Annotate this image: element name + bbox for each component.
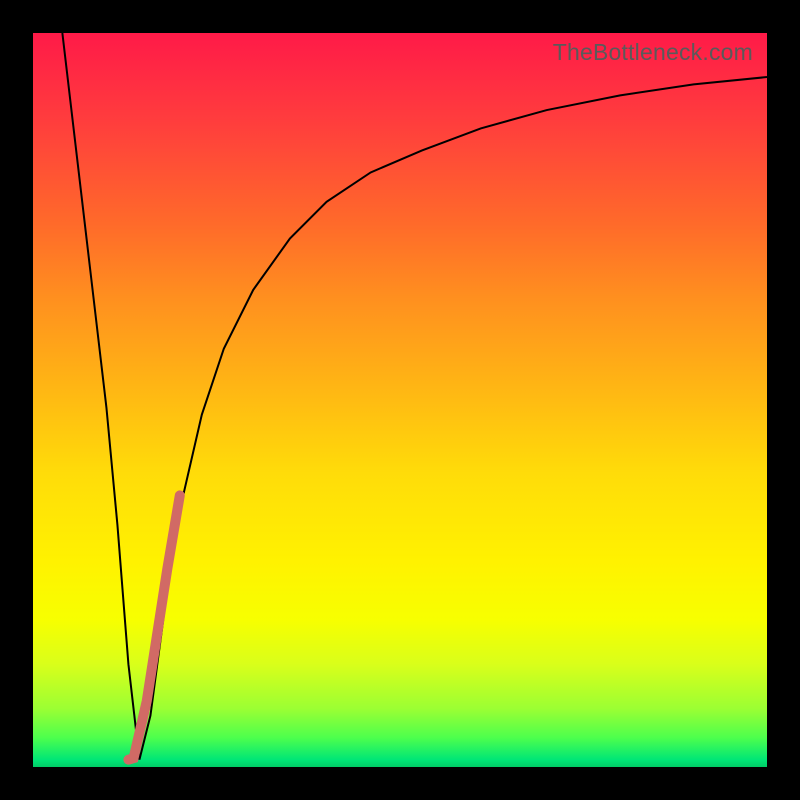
bottleneck-curve-path [62,33,767,760]
chart-frame: TheBottleneck.com [0,0,800,800]
plot-area: TheBottleneck.com [33,33,767,767]
chart-svg [33,33,767,767]
highlight-segment-path [128,495,179,759]
